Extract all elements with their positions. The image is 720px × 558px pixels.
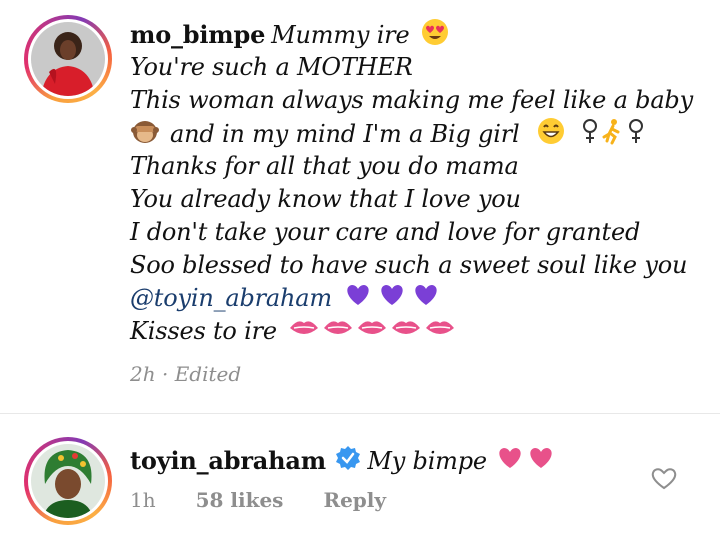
reply-button[interactable]: Reply: [323, 488, 386, 512]
comment-line-7: I don't take your care and love for gran…: [130, 218, 641, 246]
divider: [0, 413, 720, 414]
comment-line-10: Kisses to ire: [130, 315, 710, 348]
mention-link[interactable]: @toyin_abraham: [130, 284, 332, 312]
grin-emoji: [537, 117, 565, 154]
likes-count[interactable]: 58 likes: [196, 488, 284, 512]
comment-line-2: You're such a MOTHER: [130, 53, 413, 81]
comment-username[interactable]: toyin_abraham: [130, 446, 326, 475]
comment-line-9: @toyin_abraham: [130, 282, 710, 315]
comment-line-5: Thanks for all that you do mama: [130, 152, 519, 180]
comment-line-6: You already know that I love you: [130, 185, 521, 213]
avatar-toyin-abraham[interactable]: [24, 437, 112, 525]
see-no-evil-emoji: [130, 118, 160, 153]
verified-badge-icon: [335, 445, 361, 480]
comment-line-4: and in my mind I'm a Big girl: [130, 117, 710, 150]
edited-label: Edited: [174, 362, 242, 386]
female-runner-emoji: [582, 117, 646, 154]
comment-line-3: This woman always making me feel like a …: [130, 86, 693, 114]
comment-line-1: mo_bimpe Mummy ire: [130, 18, 710, 51]
avatar-image: [31, 22, 105, 96]
comment-meta: 2h · Edited: [130, 362, 241, 386]
comment-toyin-abraham: toyin_abraham My bimpe: [130, 444, 650, 477]
comment-meta: 1h 58 likes Reply: [130, 488, 386, 512]
comment-time: 2h: [130, 362, 156, 386]
purple-heart-emoji: [343, 283, 443, 316]
like-heart-icon[interactable]: [651, 467, 677, 491]
comment-username[interactable]: mo_bimpe: [130, 20, 265, 49]
heart-eyes-emoji: [421, 18, 449, 55]
avatar-image: [31, 444, 105, 518]
avatar-mo-bimpe[interactable]: [24, 15, 112, 103]
comment-time: 1h: [130, 488, 156, 512]
comment-mo-bimpe: mo_bimpe Mummy ire You're such a MOTHER T…: [130, 18, 710, 348]
meta-separator: ·: [161, 362, 169, 386]
kiss-mark-emoji: [288, 316, 464, 349]
comment-line-8: Soo blessed to have such a sweet soul li…: [130, 251, 688, 279]
comment-line-1: toyin_abraham My bimpe: [130, 444, 650, 477]
pink-heart-emoji: [496, 446, 556, 479]
